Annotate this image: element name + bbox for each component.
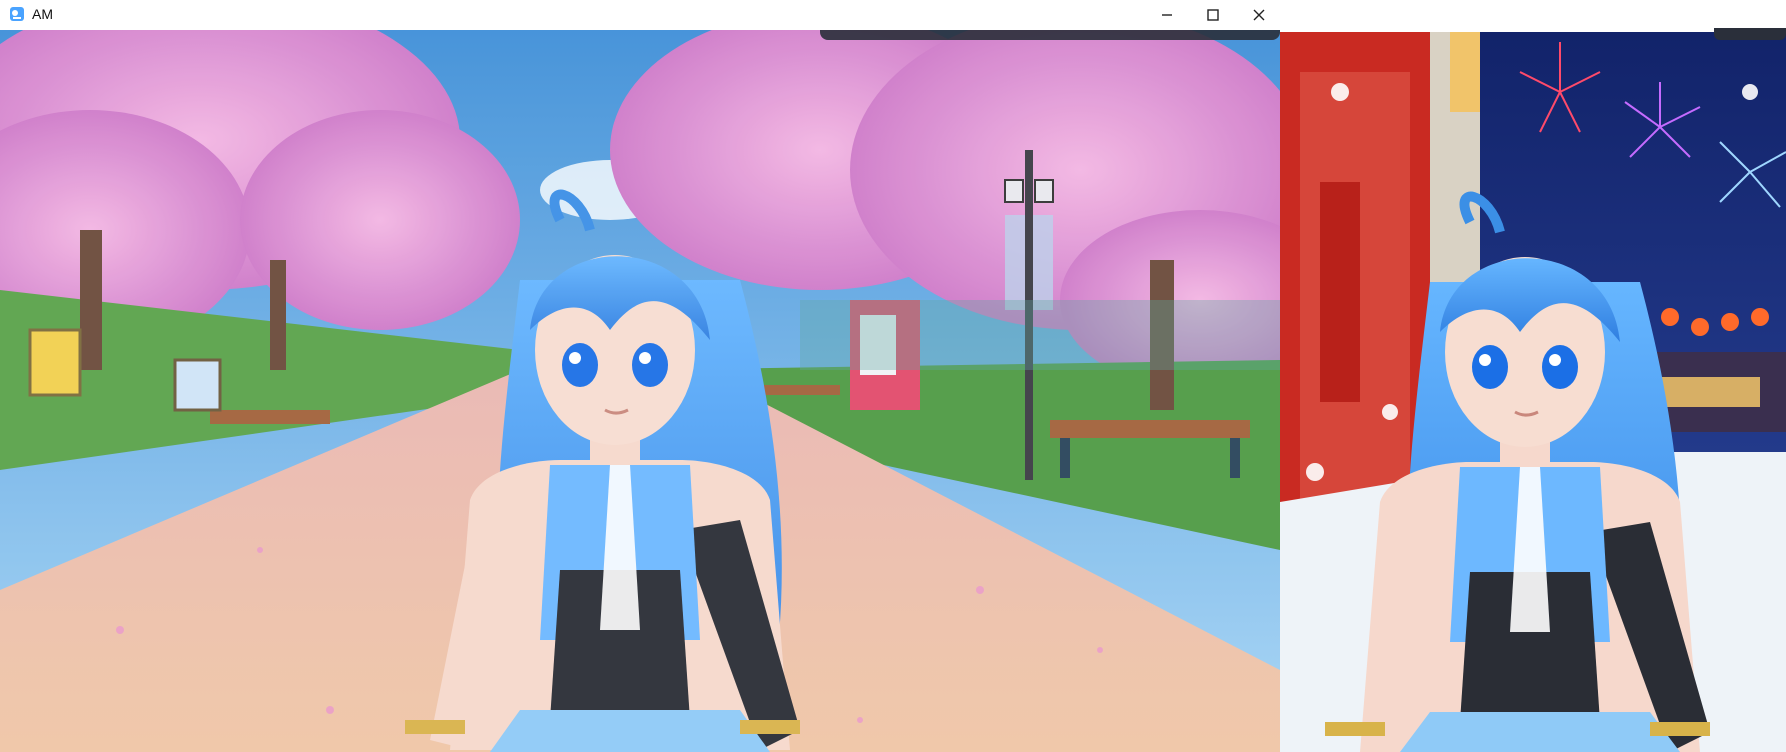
window-title: AM	[32, 6, 53, 22]
side-window-top	[1280, 0, 1786, 32]
maximize-button[interactable]	[1190, 0, 1236, 30]
avatar-scene-main[interactable]	[0, 30, 1280, 752]
app-logo-icon	[10, 7, 24, 21]
app-window: AM	[0, 0, 1281, 752]
cherry-blossom-scene	[0, 30, 1280, 752]
side-window-tab	[1714, 28, 1786, 40]
festival-snow-scene	[1280, 32, 1786, 752]
close-icon	[1253, 9, 1265, 21]
maximize-icon	[1207, 9, 1219, 21]
title-bar[interactable]: AM	[0, 0, 1280, 30]
minimize-button[interactable]	[1144, 0, 1190, 30]
minimize-icon	[1162, 14, 1172, 16]
overlay-caption-bar	[820, 30, 1280, 40]
avatar-scene-side[interactable]	[1280, 32, 1786, 752]
close-button[interactable]	[1236, 0, 1282, 30]
